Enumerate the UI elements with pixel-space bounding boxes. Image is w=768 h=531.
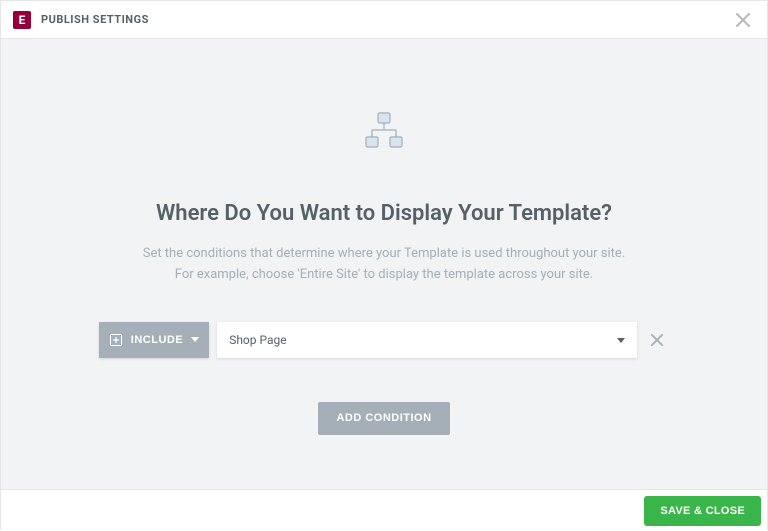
close-icon bbox=[651, 334, 663, 346]
modal-footer: SAVE & CLOSE bbox=[1, 489, 767, 531]
subtitle-line-1: Set the conditions that determine where … bbox=[143, 246, 626, 261]
add-condition-button[interactable]: ADD CONDITION bbox=[318, 402, 449, 435]
main-subtitle: Set the conditions that determine where … bbox=[143, 244, 626, 286]
main-title: Where Do You Want to Display Your Templa… bbox=[156, 201, 612, 226]
close-button[interactable] bbox=[731, 8, 755, 32]
modal-header: E PUBLISH SETTINGS bbox=[1, 1, 767, 39]
caret-down-icon bbox=[191, 337, 199, 343]
condition-row: INCLUDE Shop Page bbox=[99, 322, 669, 358]
elementor-logo: E bbox=[13, 11, 31, 29]
remove-condition-button[interactable] bbox=[645, 328, 669, 352]
condition-value: Shop Page bbox=[229, 333, 286, 347]
header-title: PUBLISH SETTINGS bbox=[41, 13, 149, 26]
subtitle-line-2: For example, choose 'Entire Site' to dis… bbox=[175, 267, 593, 282]
caret-down-icon bbox=[617, 333, 625, 347]
header-left: E PUBLISH SETTINGS bbox=[13, 11, 149, 29]
include-label: INCLUDE bbox=[131, 334, 183, 346]
plus-icon bbox=[109, 333, 123, 347]
hierarchy-icon bbox=[362, 109, 406, 157]
condition-select[interactable]: Shop Page bbox=[217, 322, 637, 358]
close-icon bbox=[736, 13, 750, 27]
save-close-button[interactable]: SAVE & CLOSE bbox=[644, 496, 761, 526]
modal-body: Where Do You Want to Display Your Templa… bbox=[1, 39, 767, 489]
include-toggle[interactable]: INCLUDE bbox=[99, 322, 209, 358]
logo-text: E bbox=[19, 13, 26, 27]
